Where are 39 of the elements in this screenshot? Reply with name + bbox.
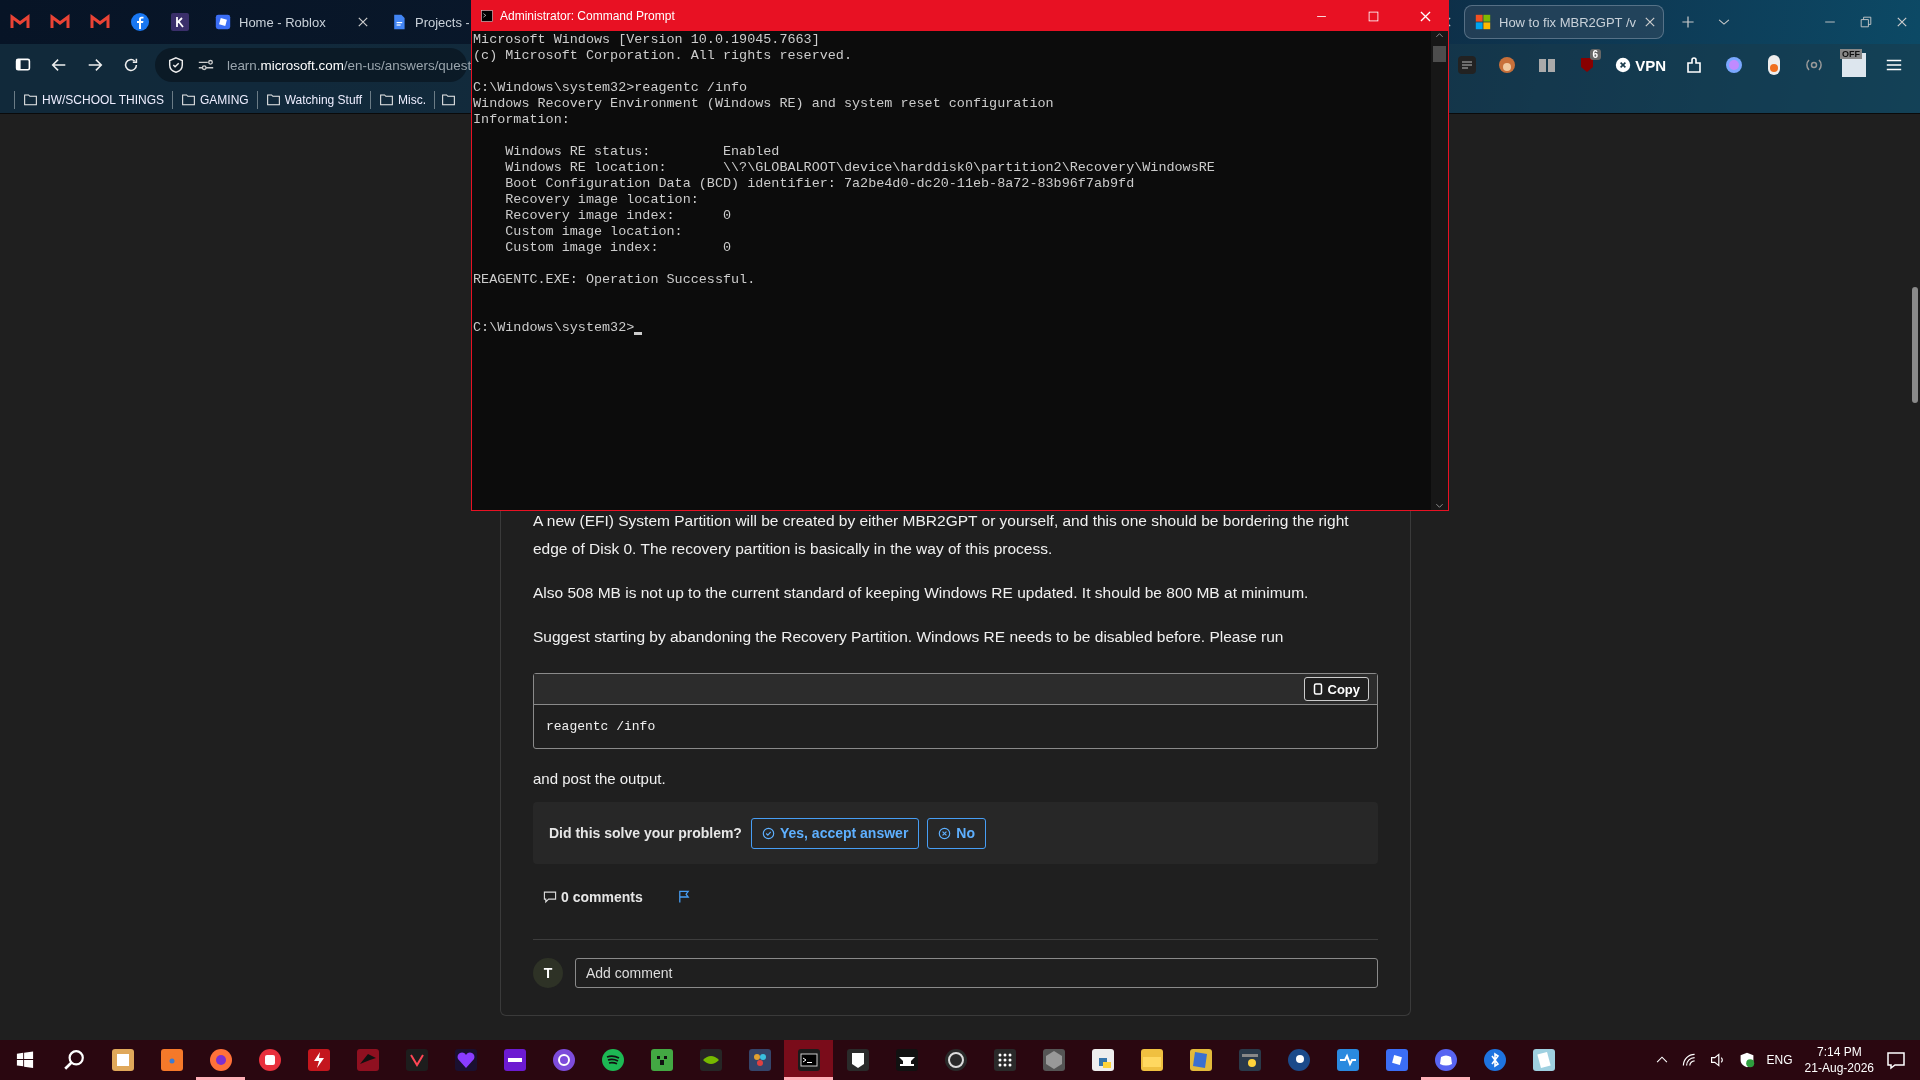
console-line: C:\Windows\system32>reagentc /info bbox=[473, 80, 748, 96]
bookmark-folder[interactable]: Watching Stuff bbox=[263, 92, 365, 107]
comment-input[interactable]: Add comment bbox=[575, 958, 1378, 988]
off-label: OFF bbox=[1840, 49, 1862, 59]
answer-paragraph: Also 508 MB is not up to the current standard of keeping Windows RE updated. It should be 800 MB at minimum. bbox=[533, 583, 1310, 603]
console-line: Boot Configuration Data (BCD) identifier: 7a2be4d0-dc20-11eb-8a72-83b96f7ab9fd bbox=[504, 176, 1135, 192]
copy-button[interactable]: Copy bbox=[1303, 677, 1369, 701]
code-text: reagentc /info bbox=[545, 718, 657, 736]
console-line: Custom image location: bbox=[504, 224, 683, 240]
console-line: REAGENTC.EXE: Operation Successful. bbox=[473, 272, 756, 288]
console-line: Custom image index: 0 bbox=[504, 240, 732, 256]
answer-paragraph: and post the output. bbox=[533, 769, 667, 789]
window-title: Administrator: Command Prompt bbox=[500, 9, 676, 23]
console-line: Recovery image index: 0 bbox=[504, 208, 732, 224]
console-line: Windows RE status: Enabled bbox=[504, 144, 780, 160]
console-line: Microsoft Windows [Version 10.0.19045.7663] bbox=[473, 32, 820, 48]
browser-tab[interactable]: How to fix MBR2GPT /v bbox=[1464, 5, 1664, 39]
console-line: Windows RE location: \\?\GLOBALROOT\device\harddisk0\partition2\Recovery\WindowsRE bbox=[504, 160, 1215, 176]
browser-tab[interactable]: Home - Roblox bbox=[204, 5, 380, 39]
reject-button[interactable]: No bbox=[927, 817, 986, 849]
console-line: Recovery image location: bbox=[504, 192, 699, 208]
console-line: Windows Recovery Environment (Windows RE) and system reset configuration bbox=[473, 96, 1054, 112]
language-indicator[interactable]: ENG bbox=[1766, 1053, 1793, 1067]
feedback-question: Did this solve your problem? bbox=[549, 825, 742, 841]
count-badge: 6 bbox=[1589, 49, 1602, 60]
bookmark-folder[interactable]: GAMING bbox=[179, 92, 251, 107]
vpn-button[interactable]: VPN bbox=[1609, 49, 1672, 81]
accept-button[interactable]: Yes, accept answer bbox=[750, 817, 920, 849]
answer-paragraph: A new (EFI) System Partition will be created by either MBR2GPT or yourself, and this one should be bordering the right edge of Disk 0. The recovery partition is basically in the way of this process. bbox=[533, 511, 1350, 559]
console-line: C:\Windows\system32> bbox=[473, 320, 635, 336]
bookmark-folder[interactable]: HW/SCHOOL THINGS bbox=[21, 92, 166, 107]
comments-link[interactable]: 0 comments bbox=[543, 889, 643, 905]
answer-paragraph: Suggest starting by abandoning the Recovery Partition. Windows RE needs to be disabled before. Please run bbox=[533, 627, 1285, 647]
clock[interactable]: 7:14 PM 21-Aug-2026 bbox=[1804, 1044, 1874, 1076]
user-avatar: T bbox=[533, 958, 563, 988]
console-line: Information: bbox=[473, 112, 570, 128]
console-line: (c) Microsoft Corporation. All rights reserved. bbox=[473, 48, 852, 64]
bookmark-folder[interactable]: Misc. bbox=[377, 92, 429, 107]
browser-tab[interactable]: Projects - bbox=[380, 5, 470, 39]
